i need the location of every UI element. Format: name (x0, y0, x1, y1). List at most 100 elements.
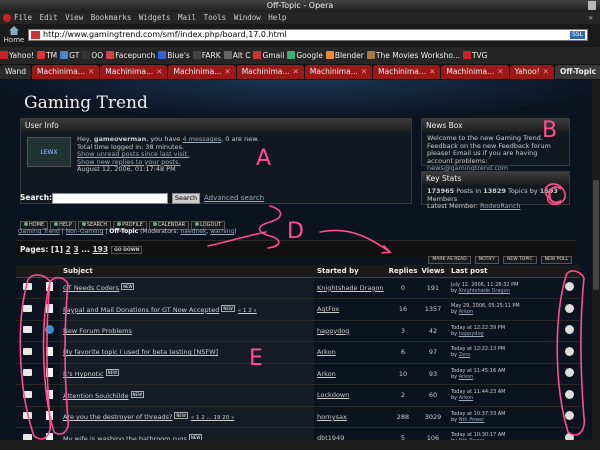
topic-subject-link[interactable]: My favorite topic I used for beta testin… (60, 341, 314, 364)
address-field[interactable]: http://www.gamingtrend.com/smf/index.php… (28, 29, 588, 41)
ssl-badge[interactable]: SSL (570, 31, 585, 39)
bookmark-item[interactable]: Facepunch (106, 47, 155, 64)
breadcrumb-section[interactable]: Non-Gaming (66, 228, 104, 235)
tab-close-icon[interactable]: ✕ (543, 67, 549, 76)
tab-close-icon[interactable]: ✕ (224, 67, 230, 76)
menu-edit[interactable]: Edit (40, 13, 58, 22)
menu-window[interactable]: Window (234, 13, 261, 22)
tab[interactable]: Machinima... ✕ (441, 65, 509, 79)
topic-starter-link[interactable]: Arkon (314, 363, 388, 385)
topic-starter-link[interactable]: Knightshade Dragon (314, 277, 388, 299)
topic-subject-link[interactable]: Paypal and Mail Donations for GT Now Acc… (60, 298, 314, 321)
messages-link[interactable]: 4 messages (182, 135, 221, 143)
bookmark-item[interactable]: Blue's (158, 47, 190, 64)
last-post-author-link[interactable]: Nth Power (459, 417, 485, 423)
tab[interactable]: Wand (0, 65, 32, 79)
topic-starter-link[interactable]: Lockdown (314, 384, 388, 407)
tab-close-icon[interactable]: ✕ (88, 67, 94, 76)
page-link[interactable]: 193 (92, 245, 108, 254)
topic-starter-link[interactable]: AgtFox (314, 298, 388, 321)
topic-starter-link[interactable]: hornysax (314, 406, 388, 428)
moderator-link[interactable]: warning (210, 228, 234, 235)
topic-subject-link[interactable]: Attention Soulchilde NEW (60, 384, 314, 407)
home-button[interactable]: Home (2, 25, 26, 46)
page-link[interactable]: 2 (66, 245, 71, 254)
tab[interactable]: Machinima... ✕ (304, 65, 373, 79)
go-down-button[interactable]: GO DOWN (111, 246, 143, 254)
action-button-new-poll[interactable]: New Poll (540, 256, 572, 264)
scrollbar-thumb[interactable] (593, 180, 599, 290)
tab[interactable]: Machinima... ✕ (32, 65, 100, 79)
bookmark-item[interactable]: Alt C (223, 47, 250, 64)
menu-mail[interactable]: Mail (178, 13, 196, 22)
bookmark-item[interactable]: Yahoo! (0, 47, 34, 64)
tab[interactable]: Machinima... ✕ (373, 65, 441, 79)
jump-to-last-post-icon[interactable] (564, 432, 574, 440)
tab[interactable]: Machinima... ✕ (236, 65, 304, 79)
action-button-new-topic[interactable]: New Topic (503, 256, 537, 264)
header-subject[interactable]: Subject (60, 265, 314, 278)
header-started-by[interactable]: Started by (314, 265, 388, 278)
search-input[interactable] (52, 193, 168, 204)
header-views[interactable]: Views (418, 265, 448, 278)
bookmark-item[interactable]: Google (287, 47, 323, 64)
moderator-link[interactable]: naednek (180, 228, 206, 235)
bookmark-item[interactable]: FARK (192, 47, 221, 64)
tab-close-icon[interactable]: ✕ (429, 67, 435, 76)
topic-starter-link[interactable]: dbt1949 (314, 427, 388, 440)
tab[interactable]: Machinima... ✕ (100, 65, 168, 79)
last-post-author-link[interactable]: Arkon (459, 374, 473, 380)
bookmark-item[interactable]: Gmail (253, 47, 284, 64)
jump-to-last-post-icon[interactable] (564, 346, 574, 356)
tab[interactable]: Off-Topic✕ (554, 65, 600, 79)
jump-to-last-post-icon[interactable] (564, 368, 574, 378)
topic-subject-link[interactable]: Are you the destroyer of threads? NEW « 1 … (60, 406, 314, 428)
menu-file[interactable]: File (14, 13, 32, 22)
close-icon[interactable]: ✕ (588, 12, 593, 24)
topic-subject-link[interactable]: It's Hypnotic NEW (60, 363, 314, 385)
jump-to-last-post-icon[interactable] (564, 389, 574, 399)
topic-starter-link[interactable]: Arkon (314, 341, 388, 364)
last-post-author-link[interactable]: Knightshade Dragon (459, 288, 510, 294)
header-replies[interactable]: Replies (388, 265, 418, 278)
jump-to-last-post-icon[interactable] (564, 303, 574, 313)
jump-to-last-post-icon[interactable] (564, 325, 574, 335)
menu-tools[interactable]: Tools (204, 13, 227, 22)
latest-member-link[interactable]: RodeoRanch (480, 202, 520, 210)
topic-starter-link[interactable]: happydog (314, 320, 388, 342)
search-button[interactable]: Search (172, 193, 200, 204)
action-button-notify[interactable]: Notify (474, 256, 500, 264)
forum-logo[interactable]: Gaming Trend (24, 93, 148, 113)
scrollbar[interactable] (592, 80, 600, 440)
jump-to-last-post-icon[interactable] (564, 282, 574, 292)
topic-subject-link[interactable]: My wife is washing the bathroom rugs NEW (60, 427, 314, 440)
advanced-search-link[interactable]: Advanced search (204, 194, 264, 202)
menu-view[interactable]: View (65, 13, 83, 22)
topic-subject-link[interactable]: New Forum Problems (60, 320, 314, 342)
last-post-author-link[interactable]: Arkon (459, 395, 473, 401)
menu-help[interactable]: Help (268, 13, 286, 22)
tab[interactable]: Yahoo! ✕ (509, 65, 554, 79)
tab-close-icon[interactable]: ✕ (293, 67, 299, 76)
topic-pages[interactable]: « 1 2 » (238, 308, 257, 314)
topic-subject-link[interactable]: GT Needs Coders NEW (60, 277, 314, 299)
action-button-mark-as-read[interactable]: Mark as read (428, 256, 471, 264)
opera-logo-icon[interactable] (3, 14, 11, 22)
topic-pages[interactable]: « 1 2 ... 19 20 » (191, 415, 234, 421)
tab[interactable]: Machinima... ✕ (168, 65, 236, 79)
bookmark-item[interactable]: TM (37, 47, 57, 64)
bookmark-item[interactable]: Blender (325, 47, 364, 64)
bookmark-item[interactable]: OO (82, 47, 103, 64)
tab-close-icon[interactable]: ✕ (361, 67, 367, 76)
tab-close-icon[interactable]: ✕ (497, 67, 503, 76)
header-last-post[interactable]: Last post (448, 265, 558, 278)
menu-bookmarks[interactable]: Bookmarks (91, 13, 132, 22)
bookmark-item[interactable]: TVG (462, 47, 488, 64)
bookmark-item[interactable]: The Movies Worksho... (366, 47, 460, 64)
trash-icon[interactable] (588, 1, 596, 10)
tab-close-icon[interactable]: ✕ (156, 67, 162, 76)
last-post-author-link[interactable]: Arkon (459, 309, 473, 315)
menu-widgets[interactable]: Widgets (139, 13, 171, 22)
last-post-author-link[interactable]: Zero (459, 352, 471, 358)
jump-to-last-post-icon[interactable] (564, 411, 574, 421)
